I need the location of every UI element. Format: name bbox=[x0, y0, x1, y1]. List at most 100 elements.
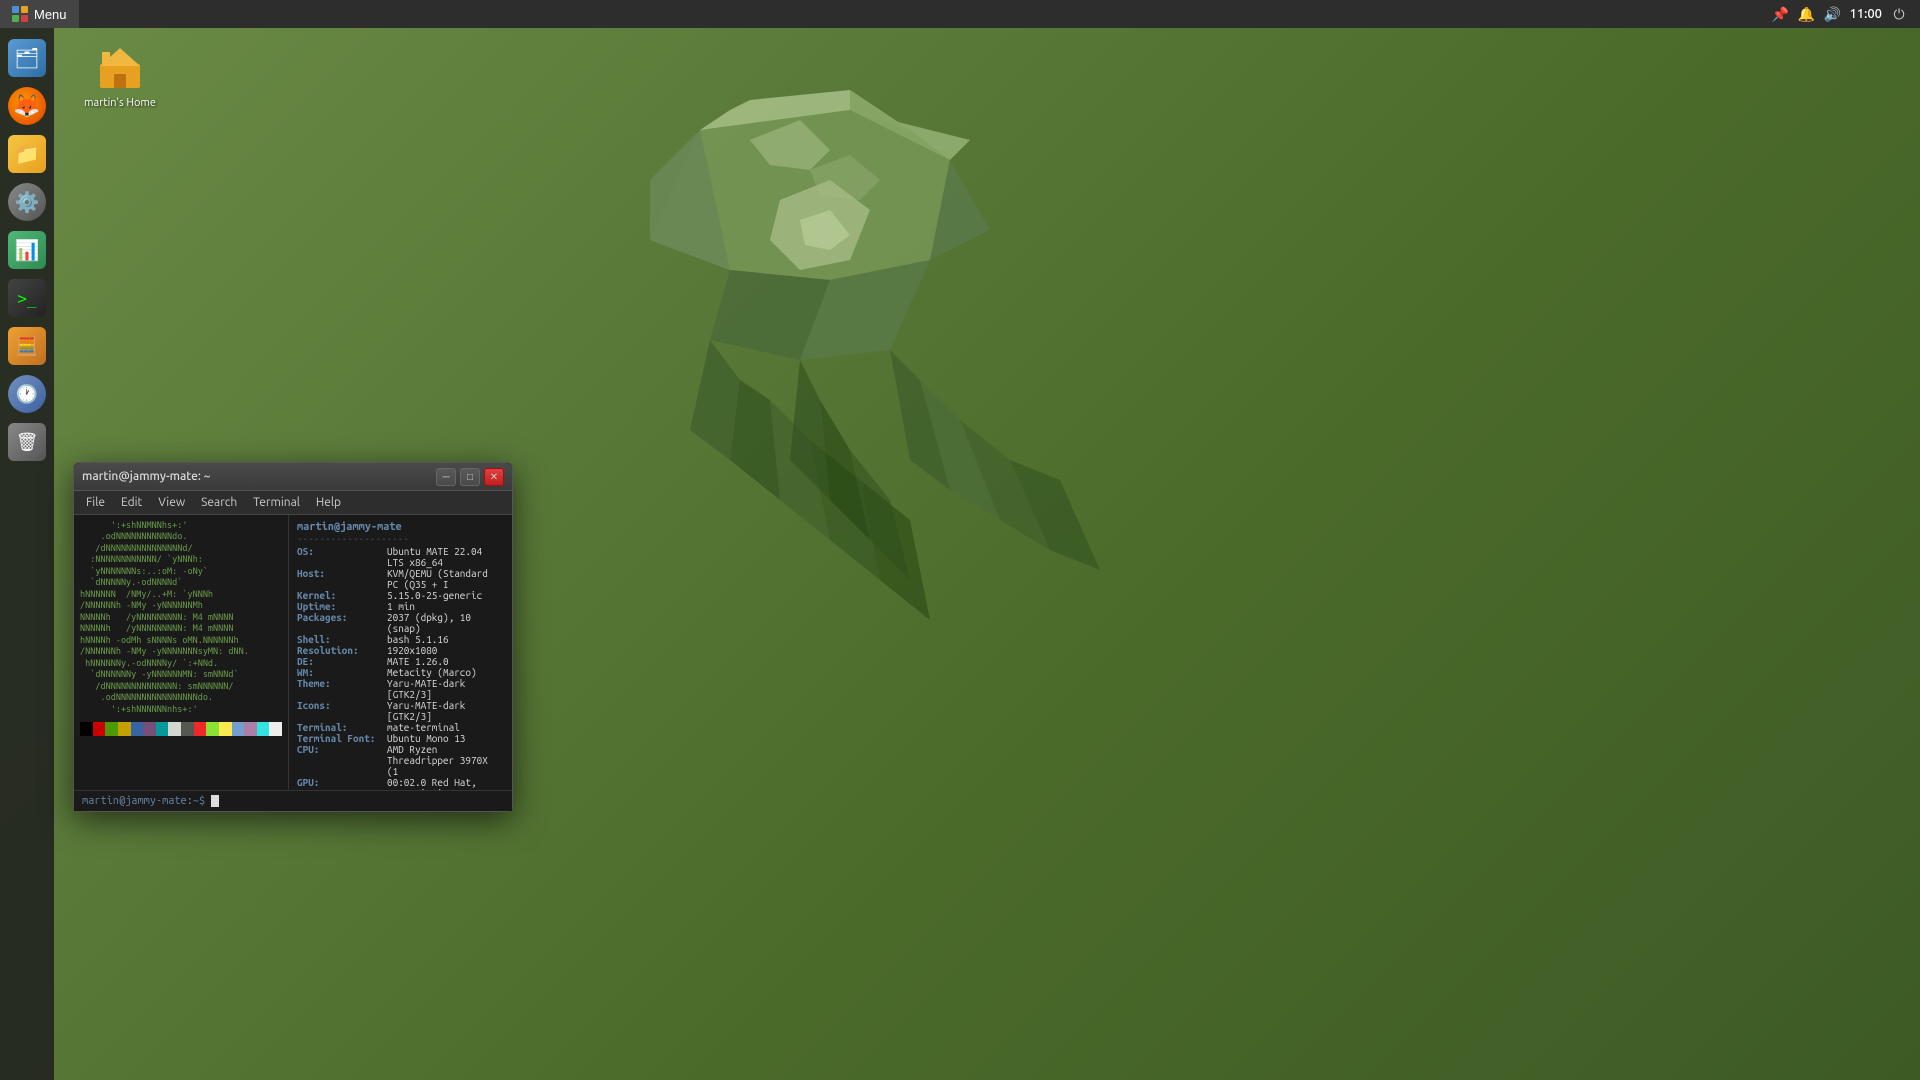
info-label: Packages: bbox=[297, 612, 387, 634]
info-line: Kernel: 5.15.0-25-generic bbox=[297, 590, 504, 601]
info-lines-container: OS: Ubuntu MATE 22.04 LTS x86_64Host: KV… bbox=[297, 546, 504, 790]
sidebar-item-trash[interactable]: 🗑 bbox=[5, 420, 49, 464]
terminal-menu-view[interactable]: View bbox=[150, 492, 193, 514]
info-label: Theme: bbox=[297, 678, 387, 700]
info-line: Icons: Yaru-MATE-dark [GTK2/3] bbox=[297, 700, 504, 722]
info-line: CPU: AMD Ryzen Threadripper 3970X (1 bbox=[297, 744, 504, 777]
terminal-prompt-line[interactable]: martin@jammy-mate:~$ bbox=[74, 790, 512, 811]
info-line: Theme: Yaru-MATE-dark [GTK2/3] bbox=[297, 678, 504, 700]
info-value: Ubuntu Mono 13 bbox=[387, 733, 465, 744]
info-value: Yaru-MATE-dark [GTK2/3] bbox=[387, 678, 504, 700]
terminal-ascii-art: ':+shNNMNNhs+:' .odNNNNNNNNNNNdo. /dNNNN… bbox=[74, 515, 289, 790]
info-value: Metacity (Marco) bbox=[387, 667, 477, 678]
volume-icon[interactable]: 🔊 bbox=[1823, 5, 1841, 23]
info-value: bash 5.1.16 bbox=[387, 634, 449, 645]
info-line: OS: Ubuntu MATE 22.04 LTS x86_64 bbox=[297, 546, 504, 568]
desktop-icon-home[interactable]: martin's Home bbox=[75, 40, 165, 114]
terminal-prompt-text: martin@jammy-mate:~$ bbox=[82, 795, 211, 807]
info-value: 2037 (dpkg), 10 (snap) bbox=[387, 612, 504, 634]
color-swatch bbox=[269, 722, 282, 736]
info-label: Terminal Font: bbox=[297, 733, 387, 744]
terminal-menu-edit[interactable]: Edit bbox=[113, 492, 150, 514]
info-line: Uptime: 1 min bbox=[297, 601, 504, 612]
info-value: KVM/QEMU (Standard PC (Q35 + I bbox=[387, 568, 504, 590]
color-swatch bbox=[80, 722, 93, 736]
power-icon[interactable]: ⏻ bbox=[1890, 5, 1908, 23]
info-line: Terminal: mate-terminal bbox=[297, 722, 504, 733]
terminal-window: martin@jammy-mate: ~ ─ □ ✕ File Edit Vie… bbox=[73, 462, 513, 812]
terminal-icon: >_ bbox=[8, 279, 46, 317]
clock-display[interactable]: 11:00 bbox=[1849, 7, 1882, 21]
terminal-menu-terminal[interactable]: Terminal bbox=[245, 492, 308, 514]
color-swatch bbox=[168, 722, 181, 736]
color-swatch bbox=[105, 722, 118, 736]
menu-grid-icon bbox=[12, 6, 28, 22]
info-label: Icons: bbox=[297, 700, 387, 722]
info-label: WM: bbox=[297, 667, 387, 678]
files-icon: 🗂 bbox=[8, 39, 46, 77]
info-label: Uptime: bbox=[297, 601, 387, 612]
info-divider: -------------------- bbox=[297, 533, 504, 544]
info-line: Resolution: 1920x1080 bbox=[297, 645, 504, 656]
terminal-menubar: File Edit View Search Terminal Help bbox=[74, 491, 512, 515]
neofetch-ascii-text: ':+shNNMNNhs+:' .odNNNNNNNNNNNdo. /dNNNN… bbox=[80, 521, 282, 716]
folder-icon: 📁 bbox=[8, 135, 46, 173]
sidebar-item-calculator[interactable]: 🧮 bbox=[5, 324, 49, 368]
notifications-icon[interactable]: 🔔 bbox=[1797, 5, 1815, 23]
color-swatch bbox=[206, 722, 219, 736]
sidebar-item-folder[interactable]: 📁 bbox=[5, 132, 49, 176]
info-label: OS: bbox=[297, 546, 387, 568]
panel-right: 📌 🔔 🔊 11:00 ⏻ bbox=[1771, 5, 1920, 23]
info-username-line: martin@jammy-mate bbox=[297, 521, 504, 533]
terminal-cursor bbox=[211, 795, 219, 807]
sidebar-item-terminal[interactable]: >_ bbox=[5, 276, 49, 320]
color-swatch bbox=[194, 722, 207, 736]
pin-icon[interactable]: 📌 bbox=[1771, 5, 1789, 23]
sidebar-item-monitor[interactable]: 📊 bbox=[5, 228, 49, 272]
settings-icon: ⚙️ bbox=[8, 183, 46, 221]
color-swatch bbox=[118, 722, 131, 736]
terminal-menu-file[interactable]: File bbox=[78, 492, 113, 514]
maximize-button[interactable]: □ bbox=[460, 468, 480, 486]
top-panel: Menu 📌 🔔 🔊 11:00 ⏻ bbox=[0, 0, 1920, 28]
menu-button[interactable]: Menu bbox=[0, 0, 79, 28]
info-label: Shell: bbox=[297, 634, 387, 645]
terminal-menu-help[interactable]: Help bbox=[308, 492, 349, 514]
info-value: 1 min bbox=[387, 601, 415, 612]
info-line: DE: MATE 1.26.0 bbox=[297, 656, 504, 667]
info-value: 5.15.0-25-generic bbox=[387, 590, 482, 601]
info-value: Ubuntu MATE 22.04 LTS x86_64 bbox=[387, 546, 504, 568]
close-button[interactable]: ✕ bbox=[484, 468, 504, 486]
info-value: MATE 1.26.0 bbox=[387, 656, 449, 667]
home-folder-image bbox=[96, 44, 144, 92]
info-label: GPU: bbox=[297, 777, 387, 790]
sidebar-item-clock[interactable]: 🕐 bbox=[5, 372, 49, 416]
panel-left: Menu bbox=[0, 0, 79, 28]
terminal-titlebar: martin@jammy-mate: ~ ─ □ ✕ bbox=[74, 463, 512, 491]
sidebar-item-files[interactable]: 🗂 bbox=[5, 36, 49, 80]
info-label: DE: bbox=[297, 656, 387, 667]
info-value: 1920x1080 bbox=[387, 645, 437, 656]
info-label: Terminal: bbox=[297, 722, 387, 733]
terminal-title: martin@jammy-mate: ~ bbox=[82, 470, 210, 483]
sidebar: 🗂 🦊 📁 ⚙️ 📊 >_ 🧮 🕐 🗑 bbox=[0, 28, 54, 1080]
minimize-button[interactable]: ─ bbox=[436, 468, 456, 486]
sidebar-item-settings[interactable]: ⚙️ bbox=[5, 180, 49, 224]
info-label: Kernel: bbox=[297, 590, 387, 601]
info-line: Terminal Font: Ubuntu Mono 13 bbox=[297, 733, 504, 744]
home-folder-label: martin's Home bbox=[84, 96, 156, 110]
info-line: Packages: 2037 (dpkg), 10 (snap) bbox=[297, 612, 504, 634]
color-swatch bbox=[219, 722, 232, 736]
info-line: GPU: 00:02.0 Red Hat, Inc. Virtio GP bbox=[297, 777, 504, 790]
window-controls: ─ □ ✕ bbox=[436, 468, 504, 486]
info-label: CPU: bbox=[297, 744, 387, 777]
info-line: Shell: bash 5.1.16 bbox=[297, 634, 504, 645]
color-swatch bbox=[181, 722, 194, 736]
info-line: Host: KVM/QEMU (Standard PC (Q35 + I bbox=[297, 568, 504, 590]
terminal-menu-search[interactable]: Search bbox=[193, 492, 245, 514]
terminal-body: ':+shNNMNNhs+:' .odNNNNNNNNNNNdo. /dNNNN… bbox=[74, 515, 512, 790]
sidebar-item-firefox[interactable]: 🦊 bbox=[5, 84, 49, 128]
terminal-info: martin@jammy-mate -------------------- O… bbox=[289, 515, 512, 790]
color-swatch bbox=[131, 722, 144, 736]
calculator-icon: 🧮 bbox=[8, 327, 46, 365]
